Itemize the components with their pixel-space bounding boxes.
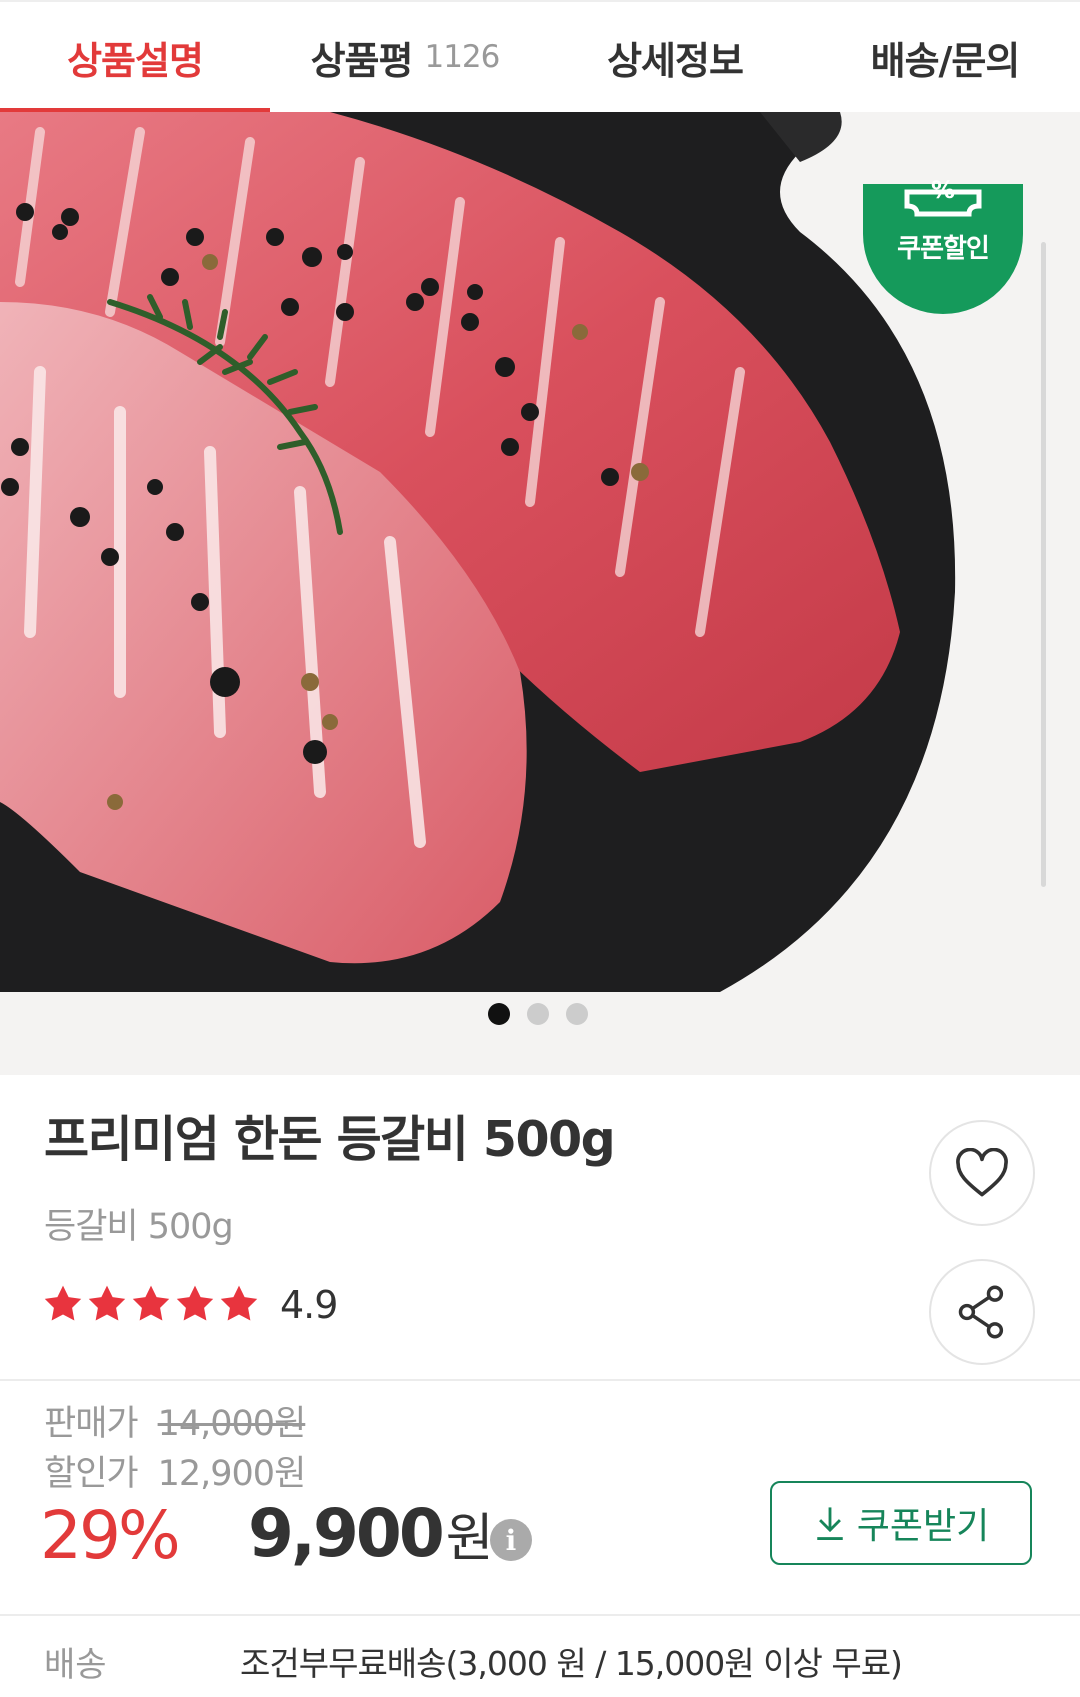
divider (0, 1614, 1080, 1616)
heart-icon (956, 1148, 1008, 1197)
star-icon (176, 1285, 214, 1321)
share-button[interactable] (929, 1259, 1035, 1365)
badge-label: 쿠폰할인 (897, 234, 990, 264)
discount-price-label: 할인가 (44, 1454, 139, 1494)
product-subtitle: 등갈비 500g (44, 1207, 234, 1247)
carousel-dot[interactable] (527, 1003, 549, 1025)
final-price: 9,900원 (248, 1495, 494, 1572)
tab-label: 상품설명 (67, 38, 204, 83)
coupon-discount-badge: % 쿠폰할인 (863, 176, 1023, 324)
download-icon (817, 1507, 843, 1540)
tab-label: 상세정보 (607, 38, 744, 83)
info-icon[interactable]: i (490, 1519, 532, 1561)
tab-bar: 상품설명 상품평 1126 상세정보 배송/문의 (0, 0, 1080, 115)
tab-shipping-inquiry[interactable]: 배송/문의 (810, 2, 1080, 112)
tab-description[interactable]: 상품설명 (0, 2, 270, 112)
sale-price-label: 판매가 (44, 1404, 139, 1444)
rating-score: 4.9 (280, 1283, 338, 1327)
badge-percent: % (930, 176, 956, 204)
divider (0, 1379, 1080, 1381)
discount-percent: 29% (40, 1497, 181, 1574)
product-image-carousel[interactable]: % 쿠폰할인 (0, 112, 1080, 1075)
star-icon (220, 1285, 258, 1321)
carousel-dot[interactable] (488, 1003, 510, 1025)
rating-stars (42, 1283, 260, 1325)
star-icon (88, 1285, 126, 1321)
wishlist-button[interactable] (929, 1120, 1035, 1226)
sale-price-value: 14,000원 (157, 1404, 307, 1444)
star-icon (132, 1285, 170, 1321)
star-icon (44, 1285, 82, 1321)
share-icon (958, 1285, 1004, 1339)
shipping-label: 배송 (44, 1645, 107, 1685)
download-coupon-button[interactable]: 쿠폰받기 (770, 1481, 1032, 1565)
product-title: 프리미엄 한돈 등갈비 500g (44, 1111, 616, 1168)
coupon-button-label: 쿠폰받기 (856, 1506, 990, 1547)
shipping-value: 조건부무료배송(3,000 원 / 15,000원 이상 무료) (240, 1644, 903, 1683)
carousel-indicator (488, 1003, 588, 1025)
review-count: 1126 (424, 39, 500, 75)
discount-price-row: 할인가 12,900원 (44, 1445, 307, 1496)
discount-price-value: 12,900원 (157, 1454, 307, 1494)
tab-details[interactable]: 상세정보 (540, 2, 810, 112)
sale-price-row: 판매가 14,000원 (44, 1395, 307, 1446)
tab-label: 배송/문의 (870, 38, 1021, 83)
tab-label: 상품평 (310, 38, 414, 83)
final-price-value: 9,900 (248, 1495, 445, 1572)
tab-reviews[interactable]: 상품평 1126 (270, 2, 540, 112)
final-price-unit: 원 (445, 1509, 494, 1569)
carousel-dot[interactable] (566, 1003, 588, 1025)
scrollbar[interactable] (1041, 242, 1046, 887)
